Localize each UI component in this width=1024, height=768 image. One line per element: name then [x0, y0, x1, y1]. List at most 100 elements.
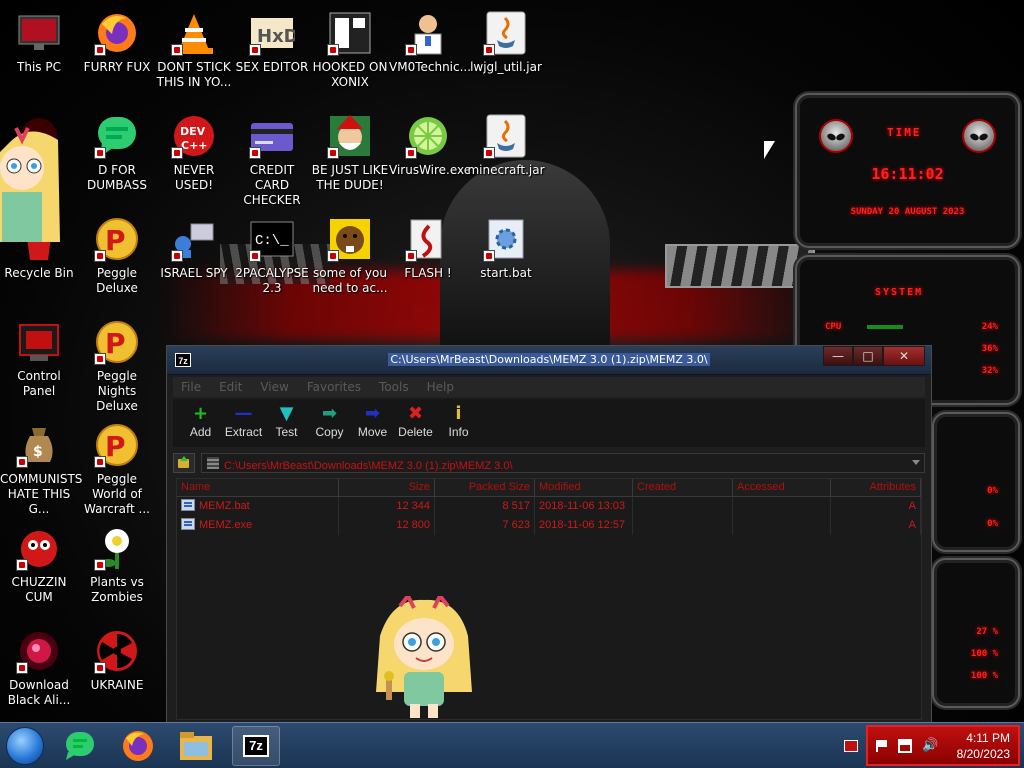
desktop-icon-label: 2PACALYPSE 2.3: [235, 266, 309, 295]
desktop-icon-peggle-deluxe[interactable]: P Peggle Deluxe: [78, 210, 156, 296]
desktop-icon-credit-card-checker[interactable]: CREDIT CARD CHECKER: [233, 107, 311, 208]
menu-favorites[interactable]: Favorites: [307, 380, 361, 394]
extract-button[interactable]: — Extract: [222, 399, 265, 447]
desktop-icon-this-pc[interactable]: This PC: [0, 4, 78, 75]
desktop-icon-dont-stick-this-in-yo[interactable]: DONT STICK THIS IN YO...: [155, 4, 233, 90]
show-hidden-icons-button[interactable]: [844, 740, 858, 752]
desktop-icon-sex-editor[interactable]: HxD SEX EDITOR: [233, 4, 311, 75]
desktop-icon-hooked-on-xonix[interactable]: HOOKED ON XONIX: [311, 4, 389, 90]
desktop-icon-plants-vs-zombies[interactable]: Plants vs Zombies: [78, 519, 156, 605]
info-label: Info: [448, 425, 469, 439]
desktop-icon-label: COMMUNISTS HATE THIS G...: [0, 472, 83, 516]
desktop-icon-peggle-world-of-warcraft[interactable]: P Peggle World of Warcraft ...: [78, 416, 156, 517]
tray-clock[interactable]: 4:11 PM 8/20/2023: [957, 730, 1010, 762]
desktop-icon-ukraine[interactable]: UKRAINE: [78, 622, 156, 693]
minimize-button[interactable]: —: [823, 346, 853, 366]
desktop-icon-vm0technic[interactable]: VM0Technic...: [389, 4, 471, 75]
column-header-attributes[interactable]: Attributes: [831, 479, 921, 496]
desktop-icon-be-just-like-the-dude[interactable]: BE JUST LIKE THE DUDE!: [311, 107, 389, 193]
menu-view[interactable]: View: [260, 380, 288, 394]
info-button[interactable]: i Info: [437, 399, 480, 447]
network-icon[interactable]: [898, 739, 912, 753]
desktop-icon-minecraft-jar[interactable]: minecraft.jar: [467, 107, 545, 178]
desktop-icon-label: Peggle Nights Deluxe: [96, 369, 138, 413]
menu-help[interactable]: Help: [427, 380, 454, 394]
taskbar-chat-app[interactable]: [56, 726, 104, 766]
desktop-icon-some-of-you-need-to-ac[interactable]: some of you need to ac...: [311, 210, 389, 296]
desktop-icon-chuzzin-cum[interactable]: CHUZZIN CUM: [0, 519, 78, 605]
delete-button[interactable]: ✖ Delete: [394, 399, 437, 447]
column-header-modified[interactable]: Modified: [535, 479, 633, 496]
maximize-button[interactable]: □: [853, 346, 883, 366]
desktop-icon-2pacalypse-2-3[interactable]: C:\_ 2PACALYPSE 2.3: [233, 210, 311, 296]
lime-icon: [405, 113, 451, 159]
taskbar-7zip[interactable]: 7z: [232, 726, 280, 766]
control-panel-icon: [16, 319, 62, 365]
svg-text:$: $: [33, 444, 43, 460]
file-packed-size: 8 517: [435, 497, 535, 516]
copy-button[interactable]: ➡ Copy: [308, 399, 351, 447]
column-header-size[interactable]: Size: [339, 479, 435, 496]
beaver-icon: [327, 216, 373, 262]
file-modified: 2018-11-06 13:03: [535, 497, 633, 516]
start-orb-button[interactable]: [6, 727, 44, 765]
file-accessed: [733, 497, 831, 516]
desktop-icon-communists-hate-this-g[interactable]: $ COMMUNISTS HATE THIS G...: [0, 416, 83, 517]
money-bag-icon: $: [16, 422, 62, 468]
chat-bubble-icon: [66, 732, 94, 760]
system-tray: 🔊 4:11 PM 8/20/2023: [866, 725, 1020, 766]
desktop-icon-furry-fux[interactable]: FURRY FUX: [78, 4, 156, 75]
window-titlebar[interactable]: 7z C:\Users\MrBeast\Downloads\MEMZ 3.0 (…: [167, 346, 931, 375]
flag-icon[interactable]: [876, 740, 888, 752]
peggle-icon: P: [94, 319, 140, 365]
desktop-icon-israel-spy[interactable]: ISRAEL SPY: [155, 210, 233, 281]
desktop-icon-viruswire-exe[interactable]: VirusWire.exe: [389, 107, 471, 178]
xonix-icon: [327, 10, 373, 56]
file-row[interactable]: MEMZ.exe 12 800 7 623 2018-11-06 12:57 A: [177, 516, 921, 535]
volume-icon[interactable]: 🔊: [922, 739, 938, 753]
firefox-icon: [123, 731, 153, 761]
window-controls: — □ ✕: [823, 346, 925, 368]
file-attributes: A: [831, 497, 921, 516]
test-button[interactable]: ▼ Test: [265, 399, 308, 447]
gadget-value: 36%: [981, 344, 998, 354]
file-modified: 2018-11-06 12:57: [535, 516, 633, 535]
delete-label: Delete: [398, 425, 433, 439]
folder-up-button[interactable]: [173, 453, 195, 473]
svg-text:P: P: [105, 327, 126, 360]
svg-text:DEV: DEV: [180, 125, 206, 138]
desktop-icon-start-bat[interactable]: start.bat: [467, 210, 545, 281]
file-packed-size: 7 623: [435, 516, 535, 535]
column-header-created[interactable]: Created: [633, 479, 733, 496]
gadget-value: 0%: [987, 486, 998, 496]
file-row[interactable]: MEMZ.bat 12 344 8 517 2018-11-06 13:03 A: [177, 497, 921, 516]
move-button[interactable]: ➡ Move: [351, 399, 394, 447]
desktop-icon-label: NEVER USED!: [173, 163, 215, 192]
desktop-icon-label: Peggle Deluxe: [96, 266, 138, 295]
desktop-icon-label: minecraft.jar: [467, 163, 545, 177]
chevron-down-icon[interactable]: [912, 460, 920, 465]
desktop-icon-d-for-dumbass[interactable]: D FOR DUMBASS: [78, 107, 156, 193]
column-header-accessed[interactable]: Accessed: [733, 479, 831, 496]
file-attributes: A: [831, 516, 921, 535]
taskbar-file-explorer[interactable]: [172, 726, 220, 766]
taskbar-firefox[interactable]: [114, 726, 162, 766]
desktop-icon-never-used[interactable]: DEV C++ NEVER USED!: [155, 107, 233, 193]
close-button[interactable]: ✕: [883, 346, 925, 366]
add-button[interactable]: + Add: [179, 399, 222, 447]
desktop-icon-peggle-nights-deluxe[interactable]: P Peggle Nights Deluxe: [78, 313, 156, 414]
desktop-icon-download-black-ali[interactable]: Download Black Ali...: [0, 622, 78, 708]
firefox-icon: [94, 10, 140, 56]
cpu-bar: [867, 325, 903, 329]
menu-file[interactable]: File: [181, 380, 201, 394]
desktop-icon-label: Peggle World of Warcraft ...: [84, 472, 150, 516]
desktop-icon-lwjgl-util-jar[interactable]: lwjgl_util.jar: [467, 4, 545, 75]
menu-tools[interactable]: Tools: [379, 380, 409, 394]
desktop-icon-control-panel[interactable]: Control Panel: [0, 313, 78, 399]
zip-archive-icon: [207, 457, 219, 469]
column-header-packed-size[interactable]: Packed Size: [435, 479, 535, 496]
path-field[interactable]: C:\Users\MrBeast\Downloads\MEMZ 3.0 (1).…: [201, 453, 925, 473]
desktop-icon-flash[interactable]: FLASH !: [389, 210, 467, 281]
column-header-name[interactable]: Name: [177, 479, 339, 496]
menu-edit[interactable]: Edit: [219, 380, 242, 394]
